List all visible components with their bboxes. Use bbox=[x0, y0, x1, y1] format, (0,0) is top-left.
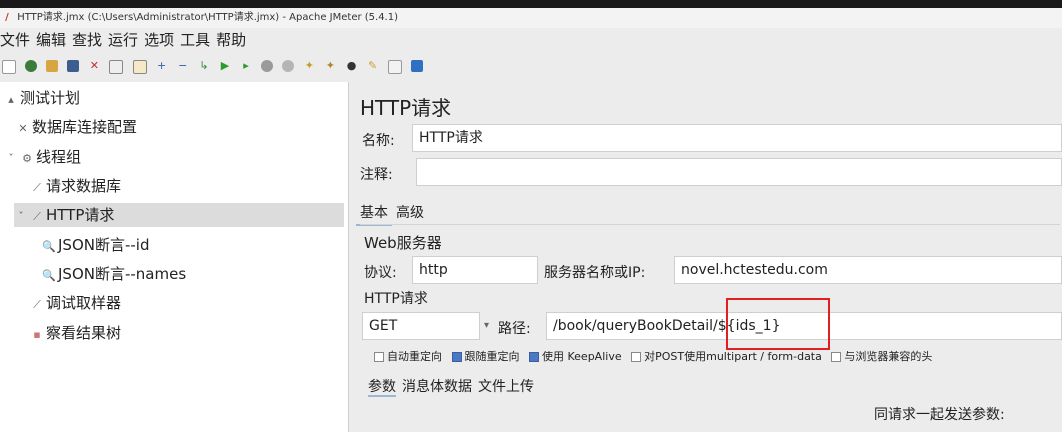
menu-options[interactable]: 选项 bbox=[144, 31, 174, 49]
browser-headers-checkbox[interactable] bbox=[831, 352, 842, 362]
multipart-checkbox[interactable] bbox=[631, 352, 642, 362]
window-title: HTTP请求.jmx (C:\Users\Administrator\HTTP请… bbox=[17, 12, 399, 23]
tree-node-debug-sampler[interactable]: ⟋ 调试取样器 bbox=[30, 291, 344, 315]
follow-redirects-checkbox[interactable] bbox=[451, 352, 462, 362]
assertion-icon: 🔍 bbox=[42, 240, 56, 253]
expand-arrow-icon: ˇ bbox=[8, 152, 14, 165]
server-label: 服务器名称或IP: bbox=[544, 265, 646, 281]
tree-node-http-request[interactable]: ˇ ⟋ HTTP请求 bbox=[14, 203, 344, 227]
paste-icon[interactable] bbox=[132, 60, 147, 74]
method-select[interactable]: GET bbox=[362, 312, 480, 340]
cut-icon[interactable]: ✕ bbox=[88, 60, 100, 72]
save-icon[interactable] bbox=[67, 60, 80, 72]
reset-search-icon[interactable]: ✎ bbox=[367, 60, 379, 72]
start-icon[interactable]: ▶ bbox=[219, 60, 231, 72]
chevron-down-icon[interactable]: ▾ bbox=[484, 320, 489, 331]
thread-group-icon: ⚙ bbox=[22, 152, 32, 165]
clear-all-icon[interactable]: ✦ bbox=[324, 60, 336, 72]
tab-parameters[interactable]: 参数 bbox=[368, 379, 396, 397]
highlight-annotation-box bbox=[726, 298, 830, 350]
test-plan-tree: ▴ 测试计划 ✕ 数据库连接配置 ˇ ⚙ 线程组 ⟋ 请求数据库 ˇ ⟋ HTTP请求 🔍 JS… bbox=[0, 82, 349, 432]
web-server-group-title: Web服务器 bbox=[364, 234, 442, 252]
menu-edit[interactable]: 编辑 bbox=[36, 31, 66, 49]
comment-label: 注释: bbox=[360, 167, 393, 183]
tree-node-thread-group[interactable]: ˇ ⚙ 线程组 bbox=[4, 145, 344, 169]
menu-bar: 文件 编辑 查找 运行 选项 工具 帮助 bbox=[0, 28, 1062, 52]
menu-run[interactable]: 运行 bbox=[108, 31, 138, 49]
http-request-group-title: HTTP请求 bbox=[364, 291, 428, 307]
path-label: 路径: bbox=[498, 321, 531, 337]
name-field[interactable]: HTTP请求 bbox=[412, 124, 1062, 152]
parameter-tabs: 参数 消息体数据 文件上传 bbox=[368, 376, 540, 397]
tab-divider bbox=[360, 224, 1060, 225]
tree-node-db-config[interactable]: ✕ 数据库连接配置 bbox=[16, 115, 344, 139]
comment-field[interactable] bbox=[416, 158, 1062, 186]
new-icon[interactable] bbox=[2, 60, 16, 74]
toolbar: ✕ + − ↳ ▶ ▸ ✦ ✦ ● ✎ bbox=[0, 54, 1062, 78]
sampler-icon: ⟋ bbox=[33, 181, 41, 194]
function-helper-icon[interactable] bbox=[387, 60, 402, 74]
tree-node-results-tree[interactable]: ▪ 察看结果树 bbox=[30, 321, 344, 345]
clear-icon[interactable]: ✦ bbox=[303, 60, 315, 72]
keepalive-checkbox[interactable] bbox=[529, 352, 539, 362]
tab-advanced[interactable]: 高级 bbox=[392, 200, 428, 224]
shutdown-icon[interactable] bbox=[282, 60, 295, 72]
copy-icon[interactable] bbox=[109, 60, 124, 74]
listener-icon: ▪ bbox=[33, 328, 41, 341]
expand-arrow-icon: ˇ bbox=[18, 210, 24, 223]
http-options-checkboxes: 自动重定向 跟随重定向 使用 KeepAlive 对POST使用multipar… bbox=[368, 348, 932, 364]
window-title-bar: / HTTP请求.jmx (C:\Users\Administrator\HTT… bbox=[0, 8, 1062, 28]
tab-files-upload[interactable]: 文件上传 bbox=[478, 379, 534, 395]
test-plan-icon: ▴ bbox=[8, 93, 14, 106]
redirect-auto-checkbox[interactable] bbox=[374, 352, 384, 362]
menu-help[interactable]: 帮助 bbox=[216, 31, 246, 49]
send-params-label: 同请求一起发送参数: bbox=[874, 407, 1005, 423]
name-label: 名称: bbox=[362, 133, 395, 149]
menu-search[interactable]: 查找 bbox=[72, 31, 102, 49]
stop-icon[interactable] bbox=[261, 60, 274, 72]
tree-node-test-plan[interactable]: ▴ 测试计划 bbox=[4, 86, 344, 110]
collapse-icon[interactable]: − bbox=[177, 60, 189, 72]
settings-tabs: 基本 高级 bbox=[356, 200, 428, 226]
sampler-icon: ⟋ bbox=[33, 210, 41, 223]
tree-node-request-db[interactable]: ⟋ 请求数据库 bbox=[30, 174, 344, 198]
expand-icon[interactable]: + bbox=[156, 60, 168, 72]
open-icon[interactable] bbox=[46, 60, 59, 72]
screen-top-edge bbox=[0, 0, 1062, 8]
server-field[interactable]: novel.hctestedu.com bbox=[674, 256, 1062, 284]
start-no-pause-icon[interactable]: ▸ bbox=[240, 60, 252, 72]
config-element-icon: ✕ bbox=[18, 122, 28, 135]
protocol-field[interactable]: http bbox=[412, 256, 538, 284]
jmeter-feather-icon: / bbox=[5, 12, 9, 23]
templates-icon[interactable] bbox=[25, 60, 38, 72]
menu-tools[interactable]: 工具 bbox=[180, 31, 210, 49]
tab-body-data[interactable]: 消息体数据 bbox=[402, 379, 472, 395]
help-icon[interactable] bbox=[410, 60, 423, 72]
sampler-icon: ⟋ bbox=[33, 298, 41, 311]
tree-node-json-assert-names[interactable]: 🔍 JSON断言--names bbox=[42, 262, 344, 286]
search-icon[interactable]: ● bbox=[346, 60, 358, 72]
tree-node-json-assert-id[interactable]: 🔍 JSON断言--id bbox=[42, 233, 344, 257]
assertion-icon: 🔍 bbox=[42, 269, 56, 282]
tab-basic[interactable]: 基本 bbox=[356, 200, 392, 226]
menu-file[interactable]: 文件 bbox=[0, 31, 30, 49]
toggle-icon[interactable]: ↳ bbox=[198, 60, 210, 72]
page-title: HTTP请求 bbox=[360, 96, 452, 120]
protocol-label: 协议: bbox=[364, 265, 397, 281]
